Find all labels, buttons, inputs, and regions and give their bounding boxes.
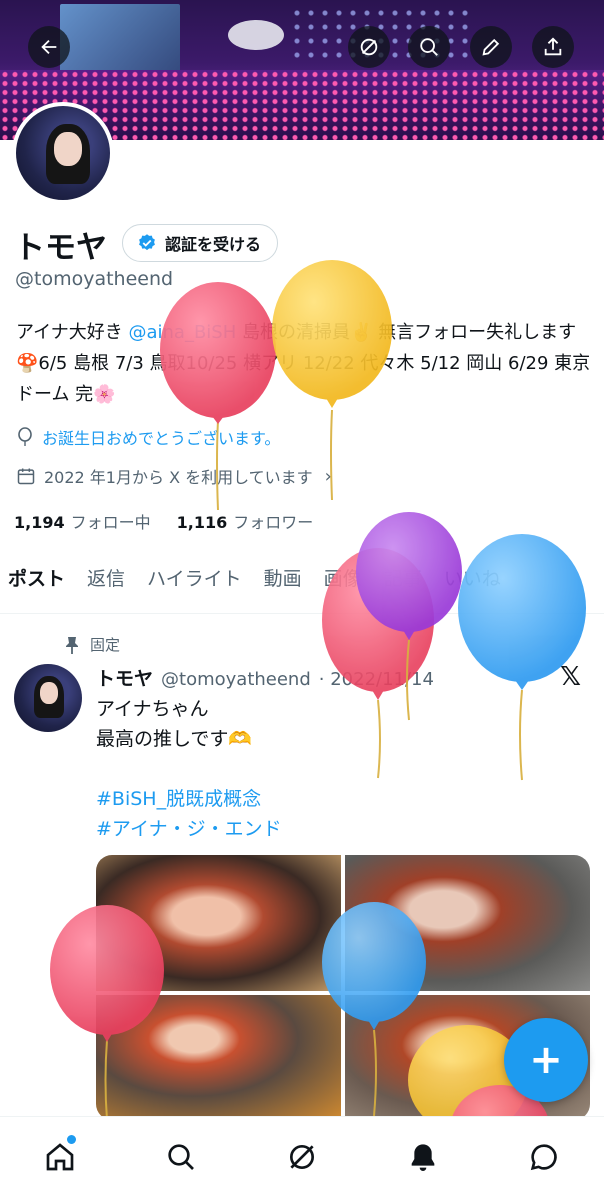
post-body: アイナちゃん 最高の推しです🫶 #BiSH_脱既成概念 #アイナ・ジ・エンド bbox=[96, 694, 576, 844]
notifications-icon bbox=[411, 1144, 435, 1171]
profile-tabs: ポスト 返信 ハイライト 動画 画像 記事 いいね bbox=[0, 556, 604, 614]
grok-icon bbox=[289, 1145, 314, 1169]
avatar-face bbox=[54, 132, 82, 166]
bottom-navigation bbox=[0, 1116, 604, 1200]
grok-button[interactable] bbox=[348, 26, 390, 68]
pin-icon bbox=[66, 636, 78, 654]
follow-stats: 1,194 フォロー中 1,116 フォロワー bbox=[14, 509, 313, 533]
banner-stage-tree bbox=[228, 20, 284, 50]
post-avatar[interactable] bbox=[14, 664, 82, 732]
compose-post-button[interactable]: + bbox=[504, 1018, 588, 1102]
post-photo-3[interactable] bbox=[96, 995, 341, 1120]
followers-count: 1,116 bbox=[176, 513, 228, 532]
nav-messages[interactable] bbox=[524, 1137, 564, 1177]
verified-badge-icon bbox=[139, 234, 155, 251]
nav-home[interactable] bbox=[40, 1135, 80, 1177]
following-count: 1,194 bbox=[14, 513, 65, 532]
post-author-name[interactable]: トモヤ bbox=[96, 664, 153, 691]
birthday-text: お誕生日おめでとうございます。 bbox=[42, 429, 281, 448]
balloon-icon bbox=[18, 427, 32, 446]
edit-button[interactable] bbox=[470, 26, 512, 68]
home-icon bbox=[47, 1143, 74, 1171]
avatar-face bbox=[40, 682, 58, 704]
tab-articles[interactable]: 記事 bbox=[373, 556, 433, 613]
tab-likes[interactable]: いいね bbox=[433, 556, 512, 613]
post-header: トモヤ @tomoyatheend · 2022/11/14 bbox=[96, 664, 434, 691]
back-button[interactable] bbox=[28, 26, 70, 68]
bio-text-start: アイナ大好き bbox=[16, 322, 129, 343]
tab-highlights[interactable]: ハイライト bbox=[136, 556, 253, 613]
followers-label: フォロワー bbox=[233, 513, 314, 532]
hashtag-link[interactable]: #アイナ・ジ・エンド bbox=[96, 814, 576, 844]
post-author-handle[interactable]: @tomoyatheend bbox=[161, 669, 311, 690]
profile-name: トモヤ bbox=[14, 230, 107, 266]
post-line-2: 最高の推しです🫶 bbox=[96, 728, 253, 750]
arrow-left-icon bbox=[41, 39, 57, 55]
pinned-label: 固定 bbox=[90, 636, 121, 654]
share-icon bbox=[544, 37, 562, 56]
birthday-row[interactable]: お誕生日おめでとうございます。 bbox=[16, 425, 280, 449]
post-line-1: アイナちゃん bbox=[96, 698, 209, 720]
joined-row[interactable]: 2022 年1月から X を利用しています › bbox=[16, 464, 332, 488]
pencil-icon bbox=[482, 38, 500, 56]
nav-search[interactable] bbox=[161, 1137, 201, 1177]
followers-link[interactable]: 1,116 フォロワー bbox=[177, 509, 314, 533]
nav-notifications[interactable] bbox=[403, 1137, 443, 1177]
tab-photos[interactable]: 画像 bbox=[313, 556, 373, 613]
calendar-icon bbox=[17, 468, 35, 485]
following-link[interactable]: 1,194 フォロー中 bbox=[14, 509, 151, 533]
plus-icon: + bbox=[529, 1037, 563, 1083]
search-button[interactable] bbox=[408, 26, 450, 68]
post-date[interactable]: · 2022/11/14 bbox=[319, 669, 434, 690]
tab-replies[interactable]: 返信 bbox=[76, 556, 136, 613]
x-logo-icon: 𝕏 bbox=[560, 662, 581, 692]
search-icon bbox=[420, 38, 438, 56]
pinned-indicator: 固定 bbox=[64, 634, 120, 655]
chevron-right-icon: › bbox=[324, 465, 332, 487]
tab-posts[interactable]: ポスト bbox=[0, 556, 76, 613]
grok-icon bbox=[360, 38, 378, 56]
profile-handle: @tomoyatheend bbox=[15, 268, 174, 290]
nav-grok[interactable] bbox=[282, 1137, 322, 1177]
following-label: フォロー中 bbox=[70, 513, 151, 532]
get-verified-button[interactable]: 認証を受ける bbox=[122, 224, 279, 262]
tab-videos[interactable]: 動画 bbox=[253, 556, 313, 613]
joined-text: 2022 年1月から X を利用しています bbox=[44, 468, 313, 487]
bio-mention-link[interactable]: @aina_BiSH bbox=[128, 322, 236, 343]
post-photo-2[interactable] bbox=[345, 855, 590, 991]
profile-avatar[interactable] bbox=[12, 102, 114, 204]
share-button[interactable] bbox=[532, 26, 574, 68]
get-verified-label: 認証を受ける bbox=[165, 235, 262, 254]
search-icon bbox=[168, 1144, 195, 1170]
post-photo-1[interactable] bbox=[96, 855, 341, 991]
profile-bio: アイナ大好き @aina_BiSH 島根の清掃員✌️ 無言フォロー失礼します🍄6… bbox=[16, 317, 596, 410]
messages-icon bbox=[530, 1144, 557, 1171]
hashtag-link[interactable]: #BiSH_脱既成概念 bbox=[96, 784, 576, 814]
